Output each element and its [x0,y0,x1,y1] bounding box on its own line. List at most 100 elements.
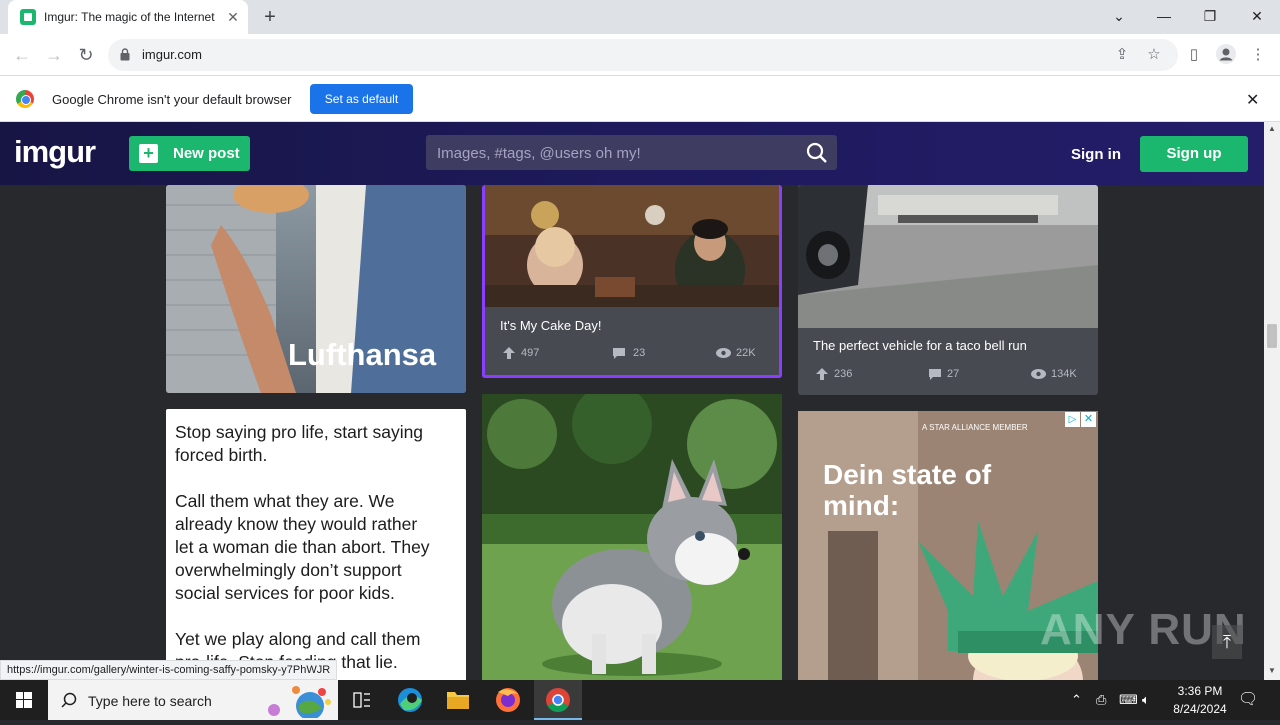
back-to-top-icon[interactable]: ⤒ [1212,625,1242,659]
set-as-default-button[interactable]: Set as default [310,84,413,114]
side-panel-icon[interactable]: ▯ [1183,44,1205,66]
tray-device-icon[interactable]: ⎙ [1096,692,1106,708]
text-post-body: Stop saying pro life, start saying forced… [175,421,460,674]
search-icon [61,692,77,708]
start-button[interactable] [0,680,48,720]
new-post-label: New post [173,145,240,162]
views-eye-icon [716,348,731,358]
link-status-url: https://imgur.com/gallery/winter-is-comi… [0,660,338,680]
forward-button[interactable]: → [41,43,67,67]
new-post-button[interactable]: + New post [129,136,250,171]
image-overlay-text: Lufthansa [288,337,437,372]
scroll-up-arrow-icon[interactable]: ▲ [1264,124,1280,136]
back-button[interactable]: ← [9,43,35,67]
windows-taskbar: Type here to search ⌃ ⎙ ⌨ 🔈︎ 3:36 PM 8/2… [0,680,1280,720]
imgur-favicon-icon [20,9,36,25]
post-image [485,185,779,307]
url-text: imgur.com [142,47,202,62]
browser-toolbar: ← → ↻ imgur.com ⇪ ☆ ▯ ⋮ [0,34,1280,76]
chrome-menu-icon[interactable]: ⋮ [1247,44,1269,66]
search-input[interactable]: Images, #tags, @users oh my! [426,135,837,170]
lock-icon [120,48,130,61]
plus-icon: + [139,144,158,163]
file-explorer-icon[interactable] [434,680,482,720]
views-eye-icon [1031,369,1046,379]
text-post-line: Call them what they are. We [175,491,395,511]
network-icon[interactable]: ⌨ [1119,692,1138,708]
imgur-logo[interactable]: imgur [14,134,96,170]
taskbar-search-box[interactable]: Type here to search [48,680,338,720]
clock-date[interactable]: 8/24/2024 [1164,702,1236,716]
notification-center-icon[interactable]: 🗨︎ [1238,689,1258,709]
ad-small-text: A STAR ALLIANCE MEMBER [922,423,1028,432]
upvote-icon [816,368,828,380]
gallery-grid: Lufthansa It's My Cake Day! 497 23 22K T… [0,185,1264,680]
chrome-logo-icon [16,90,34,108]
imgur-header: imgur + New post Images, #tags, @users o… [0,122,1264,185]
sign-up-button[interactable]: Sign up [1140,136,1248,172]
chrome-taskbar-icon[interactable] [534,680,582,720]
reload-button[interactable]: ↻ [73,43,99,67]
view-count: 134K [1051,368,1077,380]
comment-count: 27 [947,368,960,380]
post-image [482,394,782,680]
text-post-line: let a woman die than abort. They [175,537,430,557]
post-title[interactable]: The perfect vehicle for a taco bell run [813,338,1027,353]
adchoices-icon[interactable]: ▷ [1065,412,1080,427]
post-card[interactable]: It's My Cake Day! 497 23 22K [482,185,782,378]
scroll-down-arrow-icon[interactable]: ▼ [1264,666,1280,678]
tab-strip: Imgur: The magic of the Internet ✕ + ⌄ —… [0,0,1280,34]
bookmark-star-icon[interactable]: ☆ [1143,44,1165,66]
sign-in-link[interactable]: Sign in [1071,146,1121,163]
share-icon[interactable]: ⇪ [1111,44,1133,66]
upvote-icon [503,347,515,359]
default-browser-infobar: Google Chrome isn't your default browser… [0,76,1280,122]
text-post-line: Yet we play along and call them [175,629,421,649]
text-post-line: overwhelmingly don’t support [175,560,402,580]
comment-icon [929,369,941,380]
text-post-line [175,467,460,490]
minimize-button[interactable]: — [1150,4,1178,28]
post-title[interactable]: It's My Cake Day! [500,318,601,333]
search-icon[interactable] [806,142,828,164]
text-post-line: Stop saying pro life, start saying [175,422,424,442]
show-hidden-icons-chevron-icon[interactable]: ⌃ [1071,692,1082,708]
clock-time[interactable]: 3:36 PM [1168,684,1232,698]
search-highlight-icon [268,686,331,718]
infobar-message: Google Chrome isn't your default browser [52,92,292,107]
close-window-button[interactable]: ✕ [1243,4,1271,28]
tab-title: Imgur: The magic of the Internet [44,10,215,24]
browser-tab[interactable]: Imgur: The magic of the Internet ✕ [8,0,248,34]
page-scrollbar[interactable]: ▲ ▼ [1264,122,1280,680]
text-post-line: social services for poor kids. [175,583,395,603]
view-count: 22K [736,347,756,359]
volume-icon[interactable]: 🔈︎ [1142,692,1150,708]
upvote-count: 497 [521,347,540,359]
task-view-icon[interactable] [338,680,386,720]
text-post-line: already know they would rather [175,514,418,534]
restore-button[interactable]: ❐ [1196,4,1224,28]
comment-icon [613,348,625,359]
post-image [798,185,1098,328]
scroll-thumb[interactable] [1267,324,1277,348]
text-post-line [175,605,460,628]
post-card[interactable]: Stop saying pro life, start saying forced… [166,409,466,680]
taskbar-search-placeholder: Type here to search [88,693,212,709]
address-bar[interactable]: imgur.com ⇪ ☆ [108,39,1178,71]
windows-logo-icon [16,692,32,708]
post-card[interactable] [482,394,782,680]
upvote-count: 236 [834,368,853,380]
comment-count: 23 [633,347,646,359]
infobar-close-icon[interactable]: ✕ [1246,90,1259,110]
ad-close-icon[interactable]: ✕ [1081,412,1096,427]
tab-close-icon[interactable]: ✕ [224,8,242,26]
edge-browser-icon[interactable] [386,680,434,720]
tab-search-icon[interactable]: ⌄ [1105,4,1133,28]
ad-headline: Dein state of mind: [823,459,992,521]
post-card[interactable]: Lufthansa [166,185,466,393]
text-post-line: forced birth. [175,445,268,465]
profile-avatar-icon[interactable] [1215,44,1237,66]
post-card[interactable]: The perfect vehicle for a taco bell run … [798,185,1098,395]
firefox-icon[interactable] [484,680,532,720]
new-tab-button[interactable]: + [258,6,282,30]
